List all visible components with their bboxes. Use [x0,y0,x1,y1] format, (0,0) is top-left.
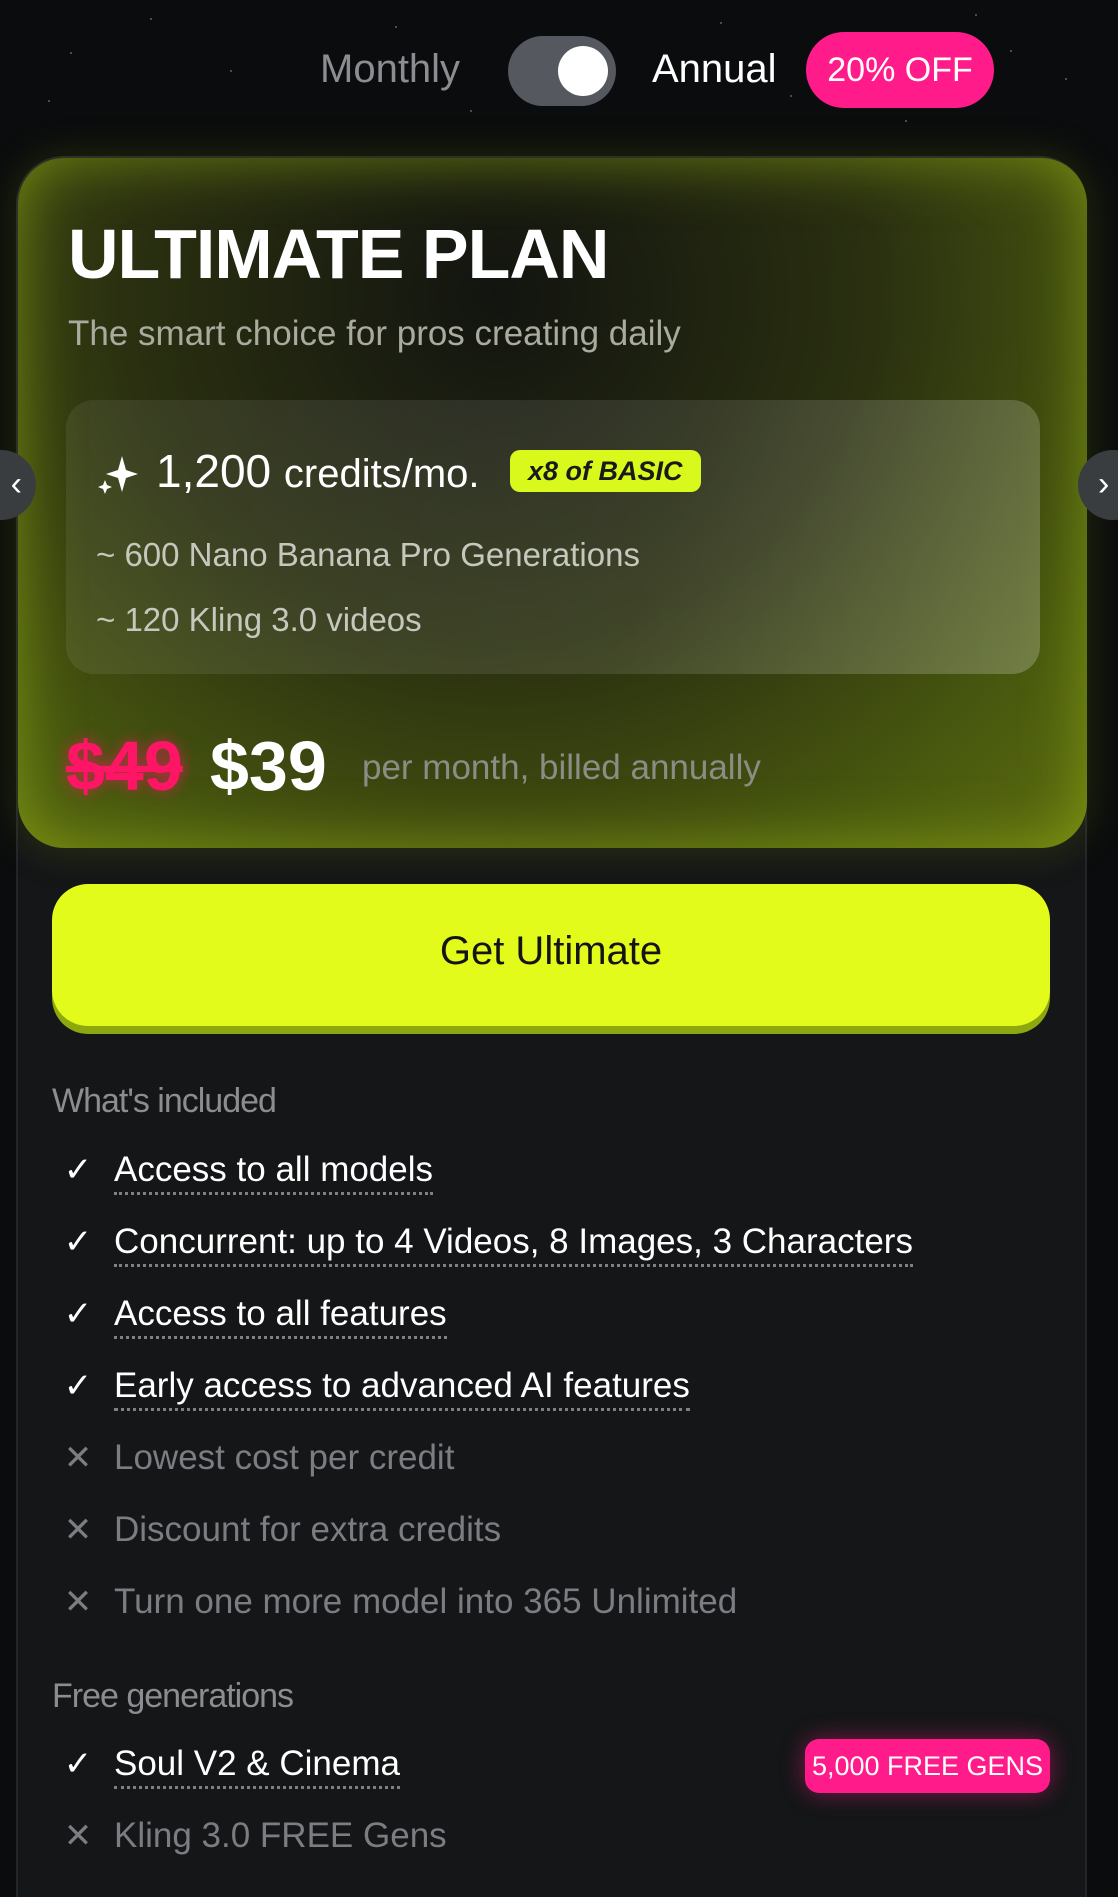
free-gens-badge: 5,000 FREE GENS [805,1739,1050,1793]
annual-option[interactable]: Annual [652,47,777,92]
feature-label[interactable]: Soul V2 & Cinema [114,1744,400,1789]
chevron-right-icon: › [1098,465,1110,503]
feature-label: Lowest cost per credit [114,1438,455,1477]
feature-label: Discount for extra credits [114,1510,502,1549]
feature-label[interactable]: Concurrent: up to 4 Videos, 8 Images, 3 … [114,1222,913,1267]
credits-amount: 1,200 credits/mo. [156,444,480,498]
credit-equivalent-images: ~ 600 Nano Banana Pro Generations [96,536,640,573]
cross-icon: ✕ [63,1511,93,1549]
check-icon: ✓ [63,1295,93,1333]
check-icon: ✓ [63,1745,93,1783]
sparkle-icon [98,456,138,494]
credit-equivalent-videos: ~ 120 Kling 3.0 videos [96,601,422,638]
cross-icon: ✕ [63,1583,93,1621]
feature-label[interactable]: Access to all features [114,1294,447,1339]
feature-label: Kling 3.0 FREE Gens [114,1816,447,1855]
plan-subtitle: The smart choice for pros creating daily [68,314,681,353]
old-price: $49 [66,727,183,805]
whats-included-heading: What's included [52,1082,277,1120]
feature-label: Turn one more model into 365 Unlimited [114,1582,738,1621]
feature-label[interactable]: Access to all models [114,1150,434,1195]
plan-title: ULTIMATE PLAN [68,215,609,293]
billing-note: per month, billed annually [362,748,761,787]
current-price: $39 [210,727,327,805]
plan-card: ULTIMATE PLAN The smart choice for pros … [16,156,1087,1897]
check-icon: ✓ [63,1223,93,1261]
credits-summary: 1,200 credits/mo. x8 of BASIC ~ 600 Nano… [66,400,1040,674]
check-icon: ✓ [63,1151,93,1189]
switch-knob [558,46,608,96]
credits-number: 1,200 [156,445,272,497]
cross-icon: ✕ [63,1439,93,1477]
credits-unit: credits/mo. [283,452,480,496]
monthly-option[interactable]: Monthly [320,47,460,92]
billing-switch[interactable] [508,36,616,106]
plan-header: ULTIMATE PLAN The smart choice for pros … [18,158,1087,848]
multiplier-badge: x8 of BASIC [510,450,701,492]
billing-period-toggle: Monthly Annual 20% OFF [0,30,1118,110]
free-generations-heading: Free generations [52,1677,294,1715]
price-row: $49 $39 per month, billed annually [66,726,966,806]
check-icon: ✓ [63,1367,93,1405]
feature-label[interactable]: Early access to advanced AI features [114,1366,690,1411]
discount-badge: 20% OFF [806,32,994,108]
cross-icon: ✕ [63,1817,93,1855]
get-ultimate-button[interactable]: Get Ultimate [52,884,1050,1026]
chevron-left-icon: ‹ [10,465,22,503]
